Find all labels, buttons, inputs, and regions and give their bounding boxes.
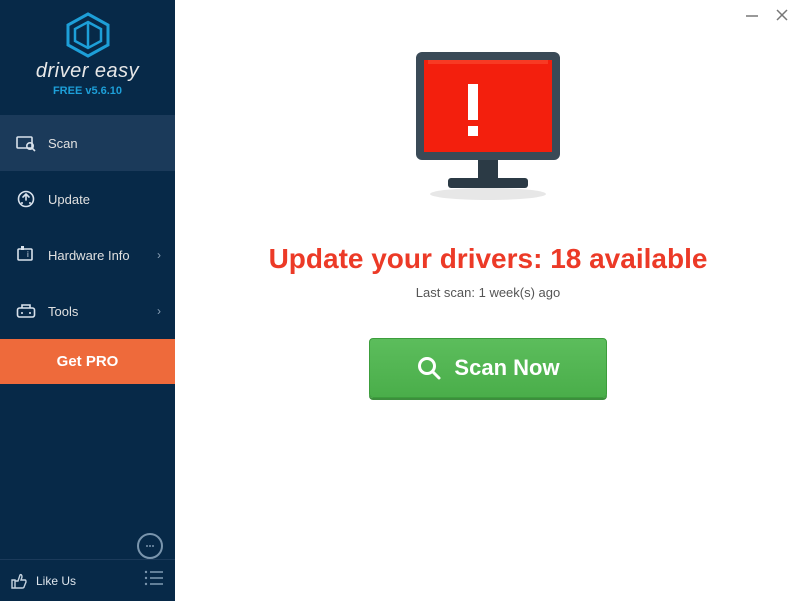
menu-button[interactable] — [143, 568, 165, 593]
feedback-row — [0, 529, 175, 559]
thumbs-up-icon — [10, 572, 28, 590]
alert-monitor-illustration — [398, 42, 578, 217]
sidebar-item-label: Hardware Info — [48, 248, 130, 263]
search-icon — [416, 355, 442, 381]
sidebar-item-label: Tools — [48, 304, 78, 319]
app-version: FREE v5.6.10 — [0, 85, 175, 97]
nav-list: Scan Update i Hardware Inf — [0, 115, 175, 339]
like-us-button[interactable]: Like Us — [10, 572, 76, 590]
scan-icon — [16, 133, 36, 153]
sidebar-bottom: Like Us — [0, 559, 175, 601]
content: Update your drivers: 18 available Last s… — [175, 0, 801, 398]
chat-icon — [143, 539, 157, 553]
close-icon — [775, 8, 789, 22]
feedback-button[interactable] — [137, 533, 163, 559]
logo-section: driver easy FREE v5.6.10 — [0, 0, 175, 105]
headline: Update your drivers: 18 available — [269, 243, 708, 275]
sidebar: driver easy FREE v5.6.10 Scan — [0, 0, 175, 601]
scan-now-label: Scan Now — [454, 355, 559, 381]
chevron-right-icon: › — [157, 248, 161, 262]
sidebar-item-hardware-info[interactable]: i Hardware Info › — [0, 227, 175, 283]
update-icon — [16, 189, 36, 209]
like-us-label: Like Us — [36, 574, 76, 588]
app-name: driver easy — [0, 60, 175, 83]
close-button[interactable] — [775, 6, 789, 27]
sidebar-item-label: Update — [48, 192, 90, 207]
sidebar-item-label: Scan — [48, 136, 78, 151]
minimize-icon — [745, 8, 759, 22]
list-icon — [143, 568, 165, 588]
get-pro-label: Get PRO — [57, 353, 119, 370]
sidebar-item-update[interactable]: Update — [0, 171, 175, 227]
main-panel: Update your drivers: 18 available Last s… — [175, 0, 801, 601]
window-controls — [745, 6, 789, 27]
app-logo-icon — [63, 12, 113, 58]
sidebar-item-scan[interactable]: Scan — [0, 115, 175, 171]
get-pro-button[interactable]: Get PRO — [0, 339, 175, 384]
hardware-icon: i — [16, 245, 36, 265]
last-scan-text: Last scan: 1 week(s) ago — [416, 285, 561, 300]
chevron-right-icon: › — [157, 304, 161, 318]
sidebar-item-tools[interactable]: Tools › — [0, 283, 175, 339]
svg-text:i: i — [27, 250, 29, 259]
tools-icon — [16, 301, 36, 321]
scan-now-button[interactable]: Scan Now — [369, 338, 606, 398]
minimize-button[interactable] — [745, 6, 759, 27]
